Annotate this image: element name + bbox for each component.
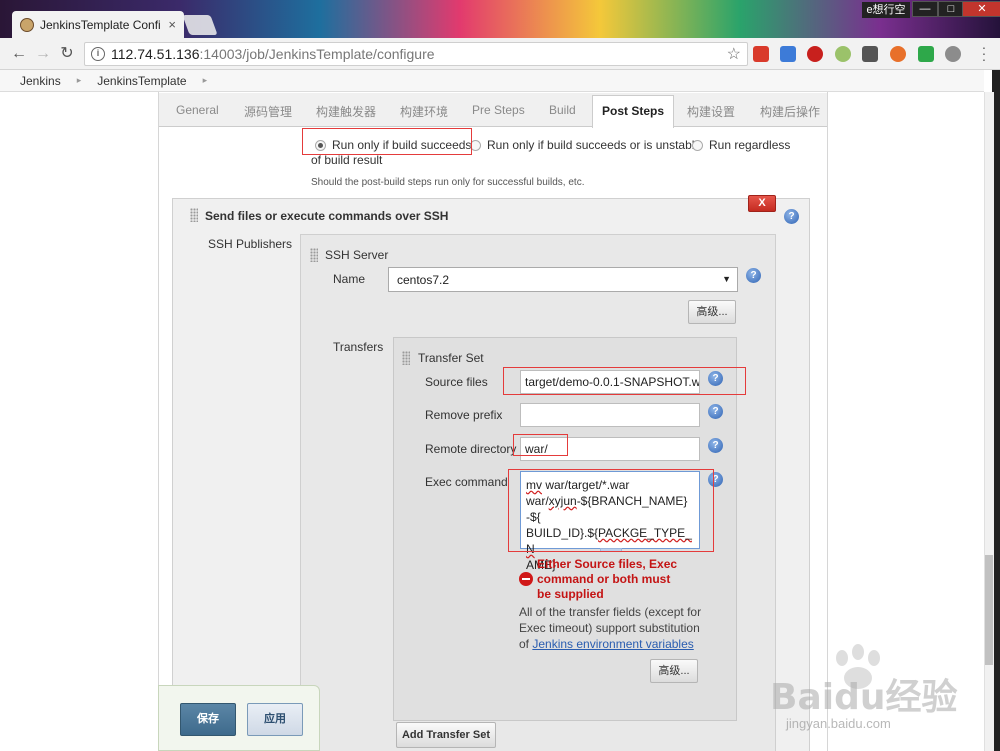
help-icon[interactable]: ? (708, 438, 723, 453)
extension-green-circle-icon[interactable] (835, 46, 851, 62)
drag-handle-icon[interactable] (402, 351, 410, 365)
validation-error: Either Source files, Exec command or bot… (537, 557, 678, 601)
tab-title: JenkinsTemplate Confi (40, 17, 161, 32)
ssh-section-title: Send files or execute commands over SSH (205, 209, 449, 223)
remote-directory-label: Remote directory (425, 442, 517, 456)
tab-environment[interactable]: 构建环境 (400, 103, 448, 120)
tab-pre-steps[interactable]: Pre Steps (472, 103, 525, 117)
jenkins-favicon-icon (20, 17, 34, 32)
extension-abp-icon[interactable] (807, 46, 823, 62)
tab-scm[interactable]: 源码管理 (244, 103, 292, 120)
extension-gray-icon[interactable] (862, 46, 878, 62)
breadcrumb-separator-icon: ▸ (76, 75, 82, 85)
window-titlebar: JenkinsTemplate Confi × e想行空 — □ ✕ (0, 0, 1000, 38)
radio-regardless-label: Run regardless (709, 138, 791, 152)
profile-name[interactable]: e想行空 (862, 2, 910, 18)
tab-build-settings[interactable]: 构建设置 (687, 103, 735, 120)
breadcrumb-separator-icon: ▸ (202, 75, 208, 85)
highlight-box-source (503, 367, 746, 395)
ssh-publishers-label: SSH Publishers (208, 237, 293, 251)
highlight-box-success (302, 128, 472, 155)
ssh-server-selected: centos7.2 (397, 273, 450, 287)
drag-handle-icon[interactable] (310, 248, 318, 262)
extension-red-icon[interactable] (753, 46, 769, 62)
browser-menu-icon[interactable]: · · · (978, 40, 990, 66)
minimize-icon[interactable]: — (912, 1, 938, 17)
delete-step-button[interactable]: X (748, 195, 776, 212)
tab-general[interactable]: General (176, 103, 219, 117)
maximize-icon[interactable]: □ (938, 1, 964, 17)
address-bar[interactable]: i 112.74.51.136:14003/job/JenkinsTemplat… (84, 42, 748, 66)
remove-prefix-label: Remove prefix (425, 408, 503, 422)
reload-icon[interactable]: ↻ (58, 45, 76, 63)
source-files-label: Source files (425, 375, 488, 389)
substitution-note: All of the transfer fields (except for E… (519, 605, 702, 651)
apply-button[interactable]: 应用 (247, 703, 303, 736)
tab-build[interactable]: Build (549, 103, 576, 117)
extension-green-icon[interactable] (918, 46, 934, 62)
tab-post-build[interactable]: 构建后操作 (760, 103, 820, 120)
tab-triggers[interactable]: 构建触发器 (316, 103, 376, 120)
extension-orange-icon[interactable] (890, 46, 906, 62)
ssh-server-select[interactable]: centos7.2 ▼ (388, 267, 738, 292)
radio-unstable-label: Run only if build succeeds or is unstabl… (487, 138, 702, 152)
transfer-advanced-button[interactable]: 高级... (650, 659, 698, 683)
forward-arrow-icon[interactable]: → (34, 45, 52, 63)
highlight-box-exec (508, 469, 714, 552)
bookmark-star-icon[interactable]: ☆ (727, 44, 741, 64)
transfers-label: Transfers (333, 340, 384, 354)
highlight-box-remote (513, 434, 568, 456)
breadcrumb: Jenkins ▸ JenkinsTemplate ▸ (0, 70, 984, 92)
remove-prefix-input[interactable] (520, 403, 700, 427)
radio-regardless[interactable]: Run regardless (692, 138, 790, 152)
help-icon[interactable]: ? (784, 209, 799, 224)
drag-handle-icon[interactable] (190, 208, 198, 222)
post-steps-hint: Should the post-build steps run only for… (311, 177, 585, 188)
back-arrow-icon[interactable]: ← (10, 45, 28, 63)
watermark-brand: Baidu经验 (770, 677, 958, 718)
transfer-set-label: Transfer Set (418, 351, 484, 365)
site-info-icon[interactable]: i (91, 47, 105, 61)
config-tabs: General 源码管理 构建触发器 构建环境 Pre Steps Build … (159, 93, 827, 128)
save-button[interactable]: 保存 (180, 703, 236, 736)
breadcrumb-job[interactable]: JenkinsTemplate (97, 74, 186, 88)
extension-translate-icon[interactable] (780, 46, 796, 62)
url-text[interactable]: 112.74.51.136:14003/job/JenkinsTemplate/… (111, 46, 727, 62)
new-tab-button[interactable] (182, 15, 218, 35)
server-advanced-button[interactable]: 高级... (688, 300, 736, 324)
tab-close-icon[interactable]: × (168, 17, 176, 32)
chevron-down-icon: ▼ (722, 274, 731, 284)
browser-tab[interactable]: JenkinsTemplate Confi × (12, 11, 184, 38)
env-variables-link[interactable]: Jenkins environment variables (532, 637, 693, 651)
extension-misc-icon[interactable] (945, 46, 961, 62)
help-icon[interactable]: ? (708, 404, 723, 419)
exec-command-label: Exec command (425, 475, 508, 489)
error-icon (519, 572, 533, 586)
add-transfer-set-button[interactable]: Add Transfer Set (396, 722, 496, 748)
tab-post-steps[interactable]: Post Steps (592, 95, 675, 128)
radio-unstable[interactable]: Run only if build succeeds or is unstabl… (470, 138, 701, 152)
watermark-url: jingyan.baidu.com (786, 716, 891, 731)
window-close-icon[interactable]: ✕ (962, 1, 1000, 17)
name-label: Name (333, 272, 366, 286)
radio-regardless-control[interactable] (692, 139, 703, 151)
ssh-server-label: SSH Server (325, 248, 389, 262)
radio-regardless-label-wrap: of build result (311, 153, 383, 167)
scrollbar-thumb[interactable] (985, 555, 993, 665)
breadcrumb-jenkins[interactable]: Jenkins (20, 74, 61, 88)
help-icon[interactable]: ? (746, 268, 761, 283)
